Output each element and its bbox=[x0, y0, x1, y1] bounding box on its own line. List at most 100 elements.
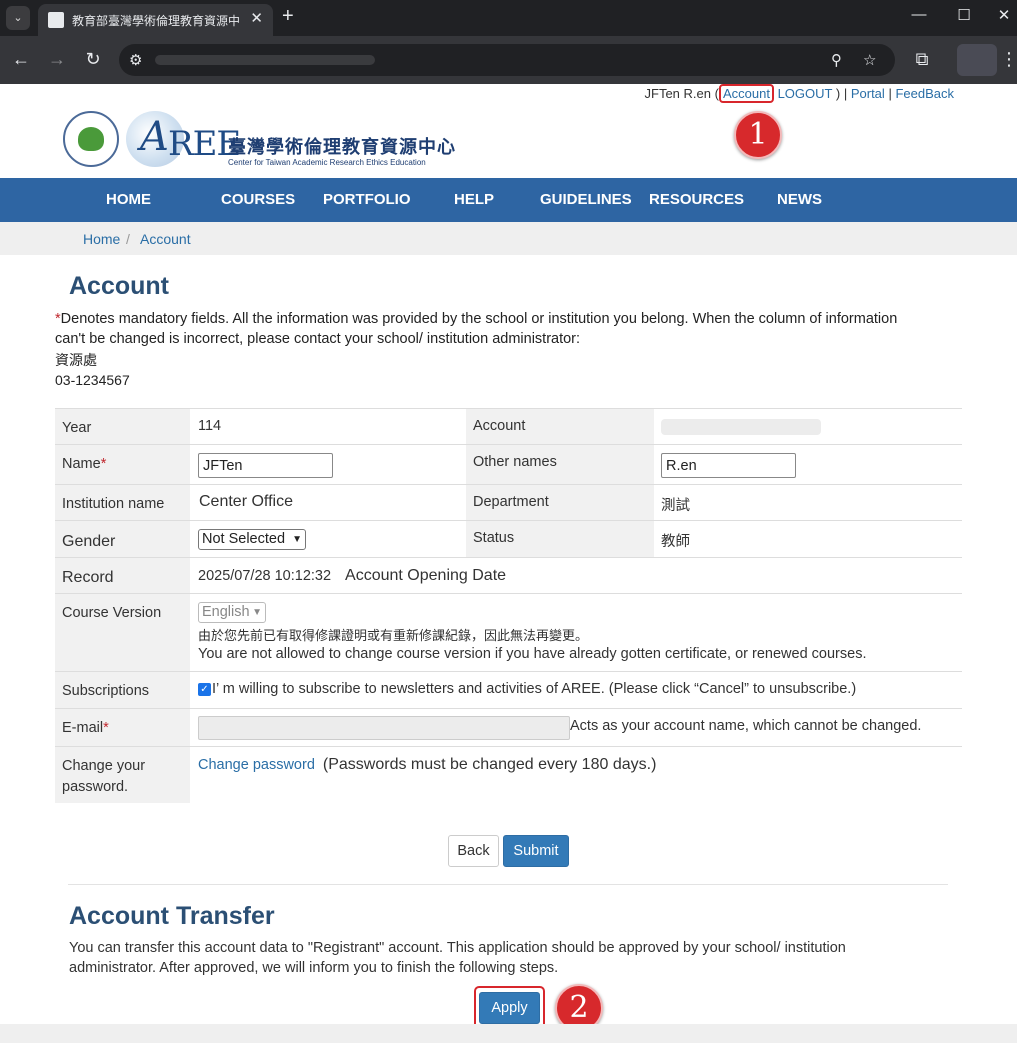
gender-selected-value: Not Selected bbox=[202, 531, 286, 547]
account-value-redacted bbox=[661, 419, 821, 435]
breadcrumb-separator: / bbox=[126, 231, 130, 247]
extensions-icon[interactable]: ⧉ bbox=[912, 49, 932, 70]
tab-title: 教育部臺灣學術倫理教育資源中 bbox=[72, 14, 241, 28]
address-bar[interactable]: ⚙ ⚲ ☆ bbox=[119, 44, 895, 76]
back-icon[interactable]: ← bbox=[11, 49, 31, 70]
record-value: 2025/07/28 10:12:32 Account Opening Date bbox=[198, 567, 506, 585]
change-password-link[interactable]: Change password bbox=[198, 757, 315, 773]
nav-guidelines[interactable]: GUIDELINES bbox=[540, 191, 632, 208]
main-nav: HOME COURSES PORTFOLIO HELP GUIDELINES R… bbox=[0, 178, 1017, 222]
tab-search-button[interactable]: ⌄ bbox=[6, 6, 30, 30]
course-version-note-english: You are not allowed to change course ver… bbox=[198, 646, 867, 662]
record-description: Account Opening Date bbox=[345, 567, 507, 584]
nav-courses[interactable]: COURSES bbox=[221, 191, 295, 208]
footer-strip bbox=[0, 1024, 1017, 1043]
subscribe-checkbox[interactable]: ✓ bbox=[198, 683, 211, 696]
password-value: Change password (Passwords must be change… bbox=[198, 756, 656, 774]
password-note: (Passwords must be changed every 180 day… bbox=[322, 756, 657, 773]
form-row-year: Year 114 Account bbox=[55, 409, 962, 445]
window-maximize-button[interactable]: ☐ bbox=[954, 6, 974, 24]
zoom-icon[interactable]: ⚲ bbox=[831, 51, 842, 69]
required-asterisk: * bbox=[100, 456, 107, 472]
required-asterisk: * bbox=[103, 720, 109, 736]
user-bar: JFTen R.en (Account LOGOUT ) | Portal | … bbox=[644, 84, 954, 103]
year-value: 114 bbox=[198, 418, 222, 434]
form-row-subscriptions: Subscriptions ✓ I’ m willing to subscrib… bbox=[55, 672, 962, 709]
mandatory-notice: *Denotes mandatory fields. All the infor… bbox=[55, 309, 915, 349]
paren-close: ) bbox=[835, 86, 841, 101]
form-row-record: Record 2025/07/28 10:12:32 Account Openin… bbox=[55, 558, 962, 594]
step-marker-1: 1 bbox=[734, 111, 782, 159]
feedback-link[interactable]: FeedBack bbox=[895, 86, 954, 101]
record-date: 2025/07/28 10:12:32 bbox=[198, 568, 332, 584]
account-heading: Account bbox=[69, 272, 169, 300]
department-label: Department bbox=[466, 485, 654, 520]
email-label-text: E-mail bbox=[62, 720, 104, 736]
new-tab-button[interactable]: + bbox=[282, 5, 294, 28]
contact-phone: 03-1234567 bbox=[55, 372, 130, 388]
nav-home[interactable]: HOME bbox=[106, 191, 151, 208]
breadcrumb-current: Account bbox=[140, 231, 191, 247]
chevron-down-icon: ▼ bbox=[252, 607, 262, 618]
form-row-email: E-mail* Acts as your account name, which… bbox=[55, 709, 962, 747]
name-input[interactable] bbox=[198, 453, 333, 478]
course-version-select[interactable]: English ▼ bbox=[198, 602, 266, 623]
submit-button[interactable]: Submit bbox=[503, 835, 569, 867]
form-row-course-version: Course Version English ▼ 由於您先前已有取得修課證明或有重… bbox=[55, 594, 962, 672]
logout-link[interactable]: LOGOUT bbox=[778, 86, 833, 101]
account-transfer-heading: Account Transfer bbox=[69, 902, 275, 930]
email-note: Acts as your account name, which cannot … bbox=[570, 718, 922, 734]
nav-help[interactable]: HELP bbox=[454, 191, 494, 208]
notice-text: Denotes mandatory fields. All the inform… bbox=[55, 311, 898, 347]
nav-news[interactable]: NEWS bbox=[777, 191, 822, 208]
browser-tab[interactable]: 教育部臺灣學術倫理教育資源中 ✕ bbox=[38, 4, 273, 36]
account-link[interactable]: Account bbox=[718, 84, 774, 103]
section-divider bbox=[68, 884, 948, 885]
breadcrumb-home[interactable]: Home bbox=[83, 231, 120, 247]
ministry-of-education-seal-logo bbox=[63, 111, 119, 167]
site-favicon-icon bbox=[48, 12, 64, 28]
nav-portfolio[interactable]: PORTFOLIO bbox=[323, 191, 411, 208]
separator: | bbox=[843, 86, 848, 101]
change-password-label: Change your password. bbox=[55, 747, 190, 803]
url-redacted bbox=[155, 55, 375, 65]
course-version-label: Course Version bbox=[55, 594, 190, 671]
other-names-label: Other names bbox=[466, 445, 654, 484]
nav-resources[interactable]: RESOURCES bbox=[649, 191, 744, 208]
profile-avatar[interactable] bbox=[957, 44, 997, 76]
portal-link[interactable]: Portal bbox=[851, 86, 885, 101]
window-close-button[interactable]: ✕ bbox=[994, 6, 1014, 24]
institution-label: Institution name bbox=[55, 485, 190, 520]
department-value: 測試 bbox=[661, 498, 690, 514]
form-row-password: Change your password. Change password (Pa… bbox=[55, 747, 962, 803]
institution-value: Center Office bbox=[199, 493, 293, 510]
form-row-institution: Institution name Center Office Departmen… bbox=[55, 485, 962, 521]
account-label: Account bbox=[466, 409, 654, 444]
name-label: Name* bbox=[55, 445, 190, 484]
gender-select[interactable]: Not Selected ▼ bbox=[198, 529, 306, 550]
site-title-english: Center for Taiwan Academic Research Ethi… bbox=[228, 158, 426, 167]
reload-icon[interactable]: ↻ bbox=[83, 49, 103, 70]
window-minimize-button[interactable]: — bbox=[909, 6, 929, 23]
browser-toolbar: ← → ↻ ⚙ ⚲ ☆ ⧉ ⋮ bbox=[0, 36, 1017, 84]
browser-tab-strip: ⌄ 教育部臺灣學術倫理教育資源中 ✕ + — ☐ ✕ bbox=[0, 0, 1017, 36]
user-name: JFTen R.en bbox=[644, 86, 711, 101]
name-label-text: Name bbox=[62, 456, 101, 472]
form-row-gender: Gender Not Selected ▼ Status 教師 bbox=[55, 521, 962, 558]
apply-button[interactable]: Apply bbox=[479, 992, 540, 1024]
tab-close-icon[interactable]: ✕ bbox=[250, 9, 263, 27]
bookmark-star-icon[interactable]: ☆ bbox=[863, 51, 876, 69]
forward-icon[interactable]: → bbox=[47, 49, 67, 70]
status-label: Status bbox=[466, 521, 654, 557]
back-button[interactable]: Back bbox=[448, 835, 499, 867]
browser-menu-icon[interactable]: ⋮ bbox=[1000, 49, 1017, 70]
other-names-input[interactable] bbox=[661, 453, 796, 478]
subscriptions-text: I’ m willing to subscribe to newsletters… bbox=[212, 681, 857, 697]
gender-label: Gender bbox=[55, 521, 190, 557]
contact-unit: 資源處 bbox=[55, 352, 97, 368]
chevron-down-icon: ▼ bbox=[292, 534, 302, 545]
account-form-table: Year 114 Account Name* Other names Insti… bbox=[55, 408, 962, 803]
email-field[interactable] bbox=[198, 716, 570, 740]
site-info-icon[interactable]: ⚙ bbox=[129, 51, 142, 69]
account-transfer-description: You can transfer this account data to "R… bbox=[69, 940, 846, 976]
